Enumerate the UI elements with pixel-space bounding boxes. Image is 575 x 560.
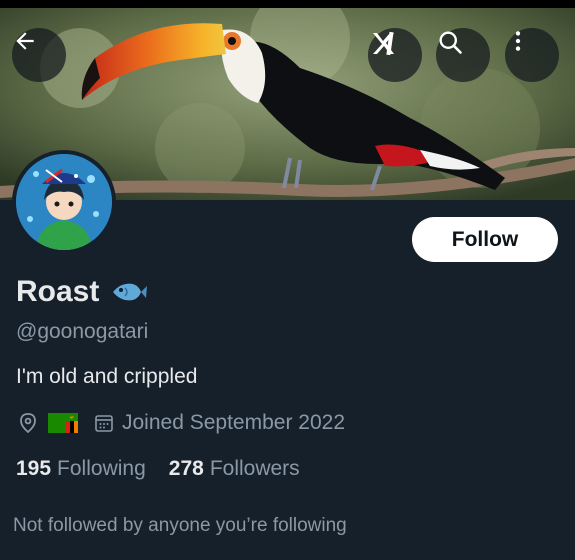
location-pin-icon [20,413,36,434]
followers-label: Followers [209,457,300,480]
joined-date: Joined September 2022 [122,411,345,434]
followers-link[interactable]: 278 Followers [169,457,300,481]
more-vertical-icon [515,31,521,51]
display-name: Roast [16,275,100,308]
name-row: Roast [16,275,148,309]
mutual-followers-note: Not followed by anyone you’re following [13,515,347,536]
profile-meta: Joined September 2022 [18,411,345,435]
follow-stats: 195 Following 278 Followers [16,457,300,481]
avatar[interactable] [12,150,116,254]
bio: I'm old and crippled [16,365,198,388]
grok-icon [373,31,394,56]
username-handle: @goonogatari [16,320,149,343]
follow-button[interactable]: Follow [412,217,558,262]
back-button[interactable] [12,28,66,82]
avatar-image [16,154,112,250]
following-link[interactable]: 195 Following [16,457,146,481]
fish-icon [113,283,148,301]
following-count: 195 [16,457,52,480]
zambia-flag-icon [48,413,78,433]
grok-button[interactable] [368,28,422,82]
search-button[interactable] [436,28,490,82]
search-icon [439,31,462,54]
more-options-button[interactable] [505,28,559,82]
arrow-left-icon [16,32,34,50]
status-bar [0,0,575,8]
calendar-icon [95,415,113,432]
followers-count: 278 [168,457,204,480]
following-label: Following [57,457,146,480]
